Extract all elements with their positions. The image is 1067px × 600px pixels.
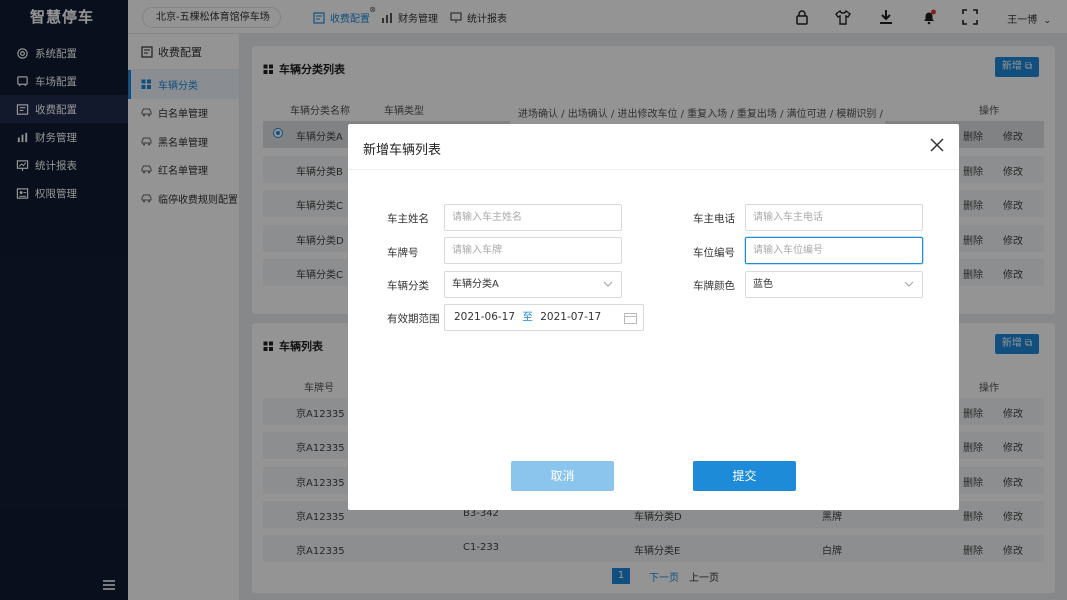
range-separator: 至	[522, 311, 533, 323]
owner-phone-label: 车主电话	[693, 213, 735, 225]
vehicle-category-label: 车辆分类	[387, 280, 429, 292]
plate-input[interactable]	[444, 237, 622, 264]
add-vehicle-modal: 新增车辆列表 车主姓名 车主电话 车牌号 车位编号 车辆分类 车辆分类A 车牌颜…	[348, 124, 959, 510]
plate-color-value: 蓝色	[753, 279, 773, 290]
modal-title: 新增车辆列表	[363, 143, 442, 158]
validity-range-label: 有效期范围	[387, 313, 440, 325]
plate-color-label: 车牌颜色	[693, 280, 735, 292]
cancel-button[interactable]: 取消	[511, 461, 614, 491]
chevron-down-icon	[603, 281, 613, 287]
calendar-icon[interactable]	[624, 312, 637, 324]
plate-color-select[interactable]: 蓝色	[745, 271, 923, 298]
vehicle-category-select[interactable]: 车辆分类A	[444, 271, 622, 298]
owner-phone-input[interactable]	[745, 204, 923, 231]
end-date[interactable]: 2021-07-17	[540, 311, 601, 323]
modal-header: 新增车辆列表	[348, 124, 959, 170]
vehicle-category-value: 车辆分类A	[452, 279, 499, 290]
close-icon[interactable]	[929, 137, 945, 153]
submit-button[interactable]: 提交	[693, 461, 796, 491]
slot-number-input[interactable]	[745, 237, 923, 264]
plate-label: 车牌号	[387, 247, 419, 259]
chevron-down-icon	[904, 281, 914, 287]
slot-number-label: 车位编号	[693, 247, 735, 259]
owner-name-label: 车主姓名	[387, 213, 429, 225]
validity-date-range-picker[interactable]: 2021-06-17 至 2021-07-17	[444, 304, 644, 331]
start-date[interactable]: 2021-06-17	[454, 311, 515, 323]
owner-name-input[interactable]	[444, 204, 622, 231]
